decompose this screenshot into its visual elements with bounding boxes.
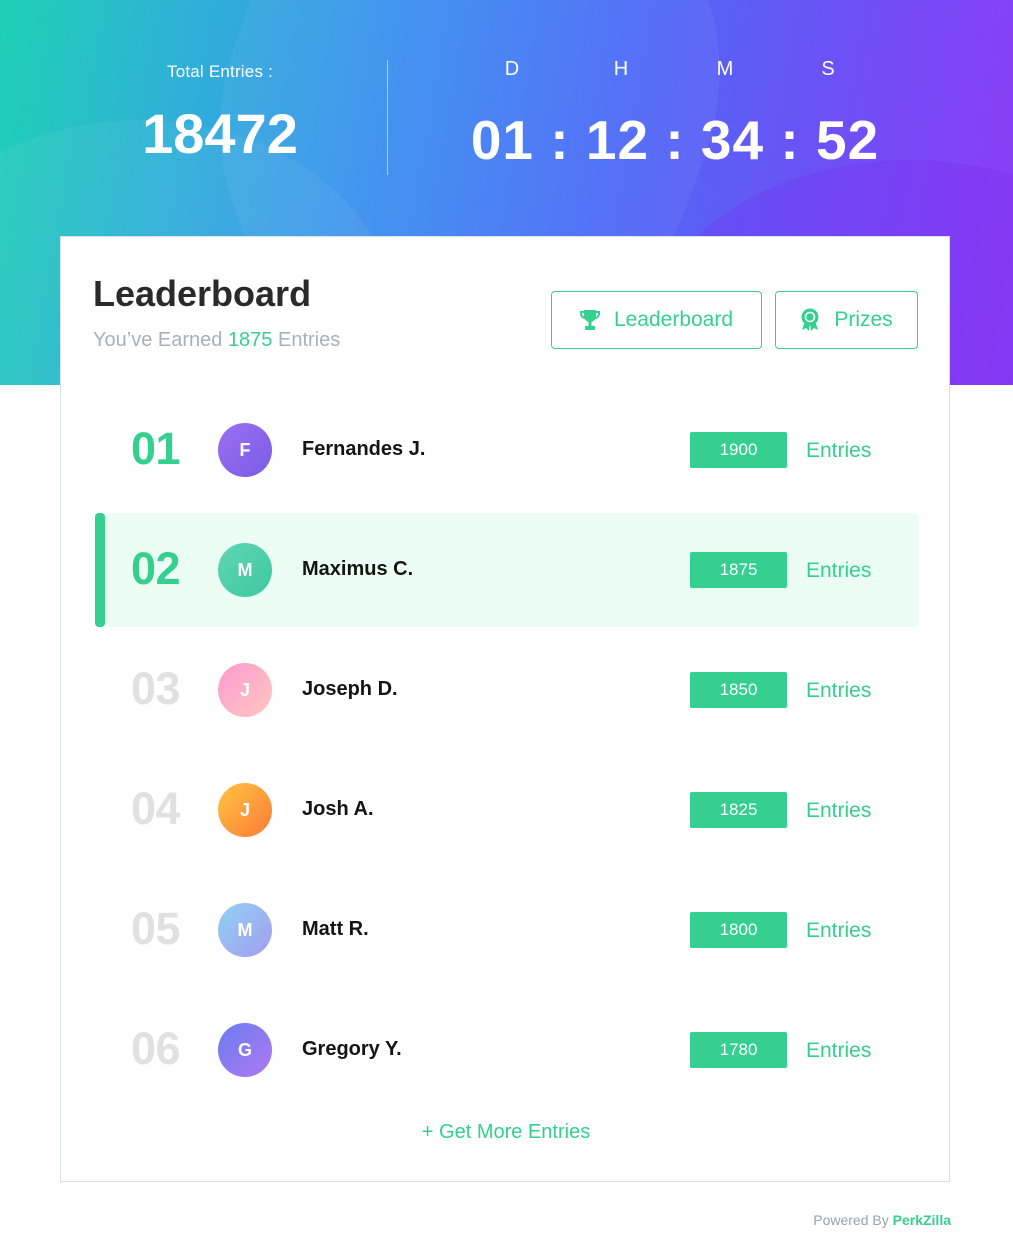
earned-entries-summary: You’ve Earned 1875 Entries <box>93 329 340 352</box>
total-entries-value: 18472 <box>142 102 298 165</box>
active-row-indicator <box>95 513 105 627</box>
leaderboard-row: 01 F Fernandes J. 1900 Entries <box>95 393 919 507</box>
header-divider <box>387 60 388 175</box>
countdown-unit-hours: H <box>613 58 629 80</box>
trophy-icon <box>579 309 600 331</box>
page-title: Leaderboard <box>93 273 312 314</box>
entries-count-badge: 1825 <box>690 792 787 828</box>
entries-count-badge: 1780 <box>690 1032 787 1068</box>
award-ribbon-icon <box>800 308 820 332</box>
entries-count-badge: 1875 <box>690 552 787 588</box>
entries-count-badge: 1800 <box>690 912 787 948</box>
player-name: Maximus C. <box>302 558 414 580</box>
entries-label: Entries <box>806 559 872 582</box>
tab-prizes[interactable]: Prizes <box>775 291 918 349</box>
total-entries: Total Entries : 18472 <box>120 62 320 164</box>
earned-prefix: You’ve Earned <box>93 329 223 351</box>
leaderboard-row-current-user: 02 M Maximus C. 1875 Entries <box>95 513 919 627</box>
leaderboard-row: 06 G Gregory Y. 1780 Entries <box>95 993 919 1107</box>
entries-label: Entries <box>806 799 872 822</box>
countdown-timer: D H M S 01 : 12 : 34 : 52 <box>470 58 880 171</box>
tab-leaderboard[interactable]: Leaderboard <box>551 291 762 349</box>
leaderboard-row: 03 J Joseph D. 1850 Entries <box>95 633 919 747</box>
entries-label: Entries <box>806 439 872 462</box>
countdown-unit-days: D <box>504 58 520 80</box>
earned-value: 1875 <box>227 329 273 351</box>
countdown-unit-seconds: S <box>821 58 835 80</box>
entries-label: Entries <box>806 1039 872 1062</box>
rank-number: 01 <box>131 423 181 474</box>
entries-label: Entries <box>806 919 872 942</box>
player-name: Gregory Y. <box>302 1038 402 1060</box>
rank-number: 04 <box>131 783 181 834</box>
earned-suffix: Entries <box>278 329 341 351</box>
powered-by-label: Powered By <box>813 1212 889 1228</box>
player-name: Josh A. <box>302 798 374 820</box>
entries-label: Entries <box>806 679 872 702</box>
avatar: M <box>218 543 272 597</box>
avatar: M <box>218 903 272 957</box>
tab-prizes-label: Prizes <box>834 308 893 331</box>
player-name: Fernandes J. <box>302 438 426 460</box>
rank-number: 02 <box>131 543 181 594</box>
powered-by: Powered By PerkZilla <box>813 1212 951 1228</box>
leaderboard-row: 05 M Matt R. 1800 Entries <box>95 873 919 987</box>
avatar: J <box>218 783 272 837</box>
leaderboard-card: Leaderboard You’ve Earned 1875 Entries L… <box>60 236 950 1182</box>
player-name: Joseph D. <box>302 678 398 700</box>
player-name: Matt R. <box>302 918 369 940</box>
avatar: G <box>218 1023 272 1077</box>
tab-leaderboard-label: Leaderboard <box>613 308 734 331</box>
total-entries-label: Total Entries : <box>167 62 273 81</box>
rank-number: 05 <box>131 903 181 954</box>
avatar: F <box>218 423 272 477</box>
get-more-entries-link[interactable]: + Get More Entries <box>61 1121 951 1144</box>
entries-count-badge: 1900 <box>690 432 787 468</box>
countdown-units: D H M S <box>470 58 880 86</box>
countdown-time: 01 : 12 : 34 : 52 <box>470 109 880 171</box>
entries-count-badge: 1850 <box>690 672 787 708</box>
leaderboard-row: 04 J Josh A. 1825 Entries <box>95 753 919 867</box>
countdown-unit-minutes: M <box>716 58 734 80</box>
avatar: J <box>218 663 272 717</box>
rank-number: 06 <box>131 1023 181 1074</box>
brand-link[interactable]: PerkZilla <box>893 1212 951 1228</box>
rank-number: 03 <box>131 663 181 714</box>
